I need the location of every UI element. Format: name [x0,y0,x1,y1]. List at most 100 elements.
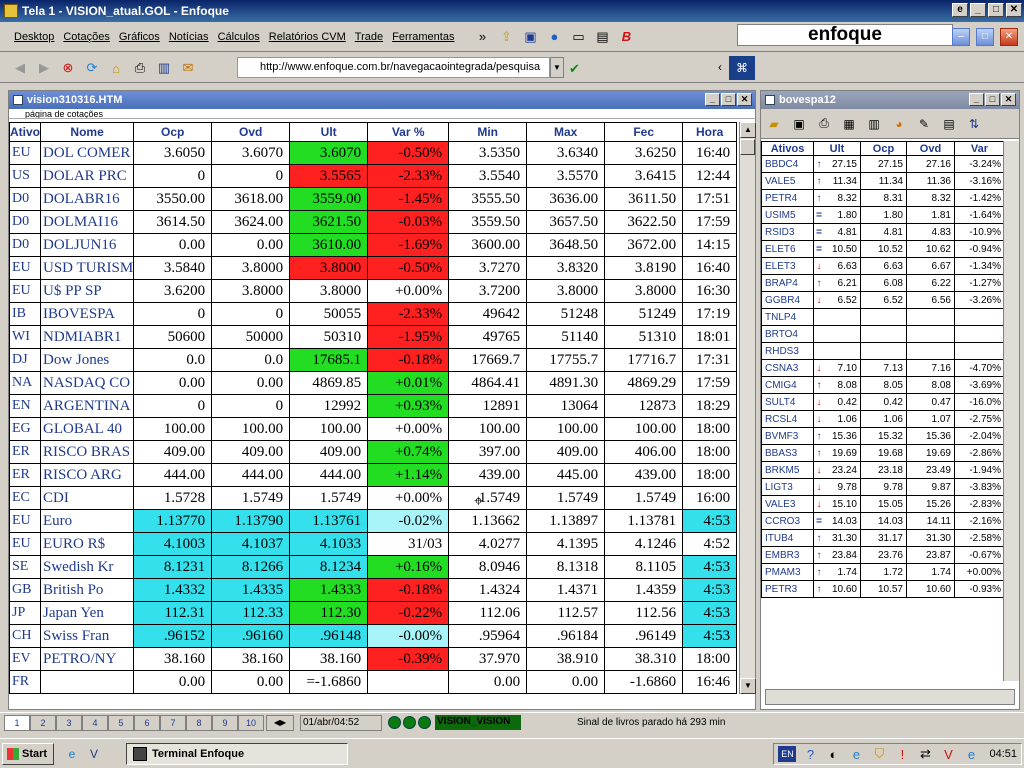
quotes-minimize-button[interactable]: _ [705,93,720,106]
column-header[interactable]: Fec [604,122,684,142]
column-header[interactable]: Max [526,122,606,142]
quotes-scrollbar[interactable]: ▲ ▼ [739,122,756,694]
scroll-up-icon[interactable]: ▲ [740,122,756,138]
quote-row[interactable]: EU U$ PP SP 3.6200 3.8000 3.8000 +0.00% 3.7200… [9,279,738,303]
stock-row[interactable]: RHDS3 [761,342,1005,360]
bovespa-close-button[interactable]: ✕ [1001,93,1016,106]
quote-row[interactable]: EC CDI 1.5728 1.5749 1.5749 +0.00% 1.5749 1.574… [9,486,738,510]
vision-tray-icon[interactable]: V [939,745,957,763]
stock-row[interactable]: LIGT3 ↓ 9.78 9.78 9.87 -3.83% [761,478,1005,496]
ie-tray-icon-2[interactable]: e [962,745,980,763]
stock-row[interactable]: CMIG4 ↑ 8.08 8.05 8.08 -3.69% [761,376,1005,394]
menu-ferramentas[interactable]: Ferramentas [392,31,454,43]
quote-row[interactable]: DJ Dow Jones 0.0 0.0 17685.1 -0.18% 17669.7 177… [9,348,738,372]
stock-row[interactable]: BBAS3 ↑ 19.69 19.68 19.69 -2.86% [761,444,1005,462]
maximize-button[interactable]: □ [988,3,1004,17]
quote-row[interactable]: WI NDMIABR1 50600 50000 50310 -1.95% 49765 5114… [9,325,738,349]
menu-desktop[interactable]: Desktop [14,31,54,43]
menu-relatorios-cvm[interactable]: Relatórios CVM [269,31,346,43]
back-icon[interactable]: ◀ [10,59,30,77]
sheet-tab-6[interactable]: 6 [134,714,160,731]
bovespa-hscrollbar[interactable] [765,689,1015,705]
stock-row[interactable]: PETR3 ↑ 10.60 10.57 10.60 -0.93% [761,580,1005,598]
column-header[interactable]: Hora [682,122,738,142]
bovespa-minimize-button[interactable]: _ [969,93,984,106]
column-header[interactable]: Ocp [860,141,907,156]
calculator-icon[interactable]: ▤ [940,115,958,133]
column-header[interactable]: Nome [39,122,135,142]
column-header[interactable]: Var % [367,122,450,142]
app-restore-button[interactable]: □ [976,28,994,46]
go-icon[interactable]: ✔ [569,61,580,77]
vision-icon[interactable]: V [86,746,102,762]
quote-row[interactable]: D0 DOLJUN16 0.00 0.00 3610.00 -1.69% 3600.00 36… [9,233,738,257]
sheet-tab-1[interactable]: 1 [4,714,30,731]
close-button[interactable]: ✕ [1006,3,1022,17]
stock-row[interactable]: BRTO4 [761,325,1005,343]
quote-row[interactable]: EV PETRO/NY 38.160 38.160 38.160 -0.39% 37.970… [9,647,738,671]
sheet-tab-3[interactable]: 3 [56,714,82,731]
stock-row[interactable]: EMBR3 ↑ 23.84 23.76 23.87 -0.67% [761,546,1005,564]
column-header[interactable]: Ovd [211,122,291,142]
quotes-close-button[interactable]: ✕ [737,93,752,106]
quote-row[interactable]: EN ARGENTINA 0 0 12992 +0.93% 12891 13064 12873 1… [9,394,738,418]
menu-calculos[interactable]: Cálculos [218,31,260,43]
palette-icon[interactable]: ◕ [890,115,908,133]
taskbar-item-terminal[interactable]: Terminal Enfoque [126,742,348,765]
chevron-left-icon[interactable]: ‹ [718,60,722,74]
mail-icon[interactable]: ✉ [178,59,198,77]
stock-row[interactable]: ELET6 = 10.50 10.52 10.62 -0.94% [761,240,1005,258]
language-indicator[interactable]: EN [778,746,797,762]
columns-icon[interactable]: ▥ [865,115,883,133]
column-header[interactable]: Ativo [9,122,41,142]
pin-icon[interactable]: ✎ [915,115,933,133]
tab-nav-arrows[interactable]: ◀▶ [266,714,294,731]
menu-cotacoes[interactable]: Cotações [63,31,109,43]
address-dropdown[interactable]: ▼ [550,57,564,78]
address-input[interactable]: http://www.enfoque.com.br/navegacaointeg… [237,57,550,78]
stock-row[interactable]: CCRO3 = 14.03 14.03 14.11 -2.16% [761,512,1005,530]
help-icon[interactable]: ? [801,745,819,763]
menu-graficos[interactable]: Gráficos [119,31,160,43]
mouse-icon[interactable]: ◐ [824,745,842,763]
stock-row[interactable]: BBDC4 ↑ 27.15 27.15 27.16 -3.24% [761,155,1005,173]
stock-row[interactable]: BVMF3 ↑ 15.36 15.32 15.36 -2.04% [761,427,1005,445]
stock-row[interactable]: PETR4 ↑ 8.32 8.31 8.32 -1.42% [761,189,1005,207]
stock-row[interactable]: VALE5 ↑ 11.34 11.34 11.36 -3.16% [761,172,1005,190]
quote-row[interactable]: NA NASDAQ CO 0.00 0.00 4869.85 +0.01% 4864.41 4… [9,371,738,395]
stock-row[interactable]: RSID3 = 4.81 4.81 4.83 -10.9% [761,223,1005,241]
scroll-down-icon[interactable]: ▼ [740,678,756,694]
quote-row[interactable]: ER RISCO BRAS 409.00 409.00 409.00 +0.74% 397.… [9,440,738,464]
refresh-icon[interactable]: ⟳ [82,59,102,77]
minimize-button[interactable]: _ [970,3,986,17]
warning-icon[interactable]: ! [893,745,911,763]
sheet-tab-9[interactable]: 9 [212,714,238,731]
forward-icon[interactable]: ▶ [34,59,54,77]
quote-row[interactable]: US DOLAR PRC 0 0 3.5565 -2.33% 3.5540 3.5570 3.6… [9,164,738,188]
scroll-thumb[interactable] [740,139,755,155]
stock-row[interactable]: BRKM5 ↓ 23.24 23.18 23.49 -1.94% [761,461,1005,479]
ie-icon[interactable]: e [64,746,80,762]
sheet-tab-2[interactable]: 2 [30,714,56,731]
stock-row[interactable]: USIM5 = 1.80 1.80 1.81 -1.64% [761,206,1005,224]
quote-row[interactable]: EU USD TURISM 3.5840 3.8000 3.8000 -0.50% 3.72… [9,256,738,280]
quote-row[interactable]: FR 0.00 0.00 =-1.6860 0.00 0.00 -1.6860 16:46 [9,670,738,694]
quotes-maximize-button[interactable]: □ [721,93,736,106]
open-folder-icon[interactable]: ▰ [765,115,783,133]
table-icon[interactable]: ▦ [840,115,858,133]
column-header[interactable]: Ocp [133,122,213,142]
favorites-icon[interactable]: ▥ [154,59,174,77]
stock-row[interactable]: VALE3 ↓ 15.10 15.05 15.26 -2.83% [761,495,1005,513]
quote-row[interactable]: CH Swiss Fran .96152.96160.96148 -0.00% .959… [9,624,738,648]
save-icon[interactable]: ▣ [790,115,808,133]
stop-icon[interactable]: ⊗ [58,59,78,77]
quote-row[interactable]: GB British Po 1.4332 1.4335 1.4333 -0.18% 1.43… [9,578,738,602]
sheet-tab-5[interactable]: 5 [108,714,134,731]
stock-row[interactable]: SULT4 ↓ 0.42 0.42 0.47 -16.0% [761,393,1005,411]
sheet-tab-10[interactable]: 10 [238,714,264,731]
network-icon[interactable]: ⇄ [916,745,934,763]
quote-row[interactable]: EU DOL COMER 3.6050 3.6070 3.6070 -0.50% 3.535… [9,141,738,165]
bovespa-scrollbar[interactable] [1003,141,1019,681]
sheet-tab-4[interactable]: 4 [82,714,108,731]
stock-row[interactable]: RCSL4 ↓ 1.06 1.06 1.07 -2.75% [761,410,1005,428]
